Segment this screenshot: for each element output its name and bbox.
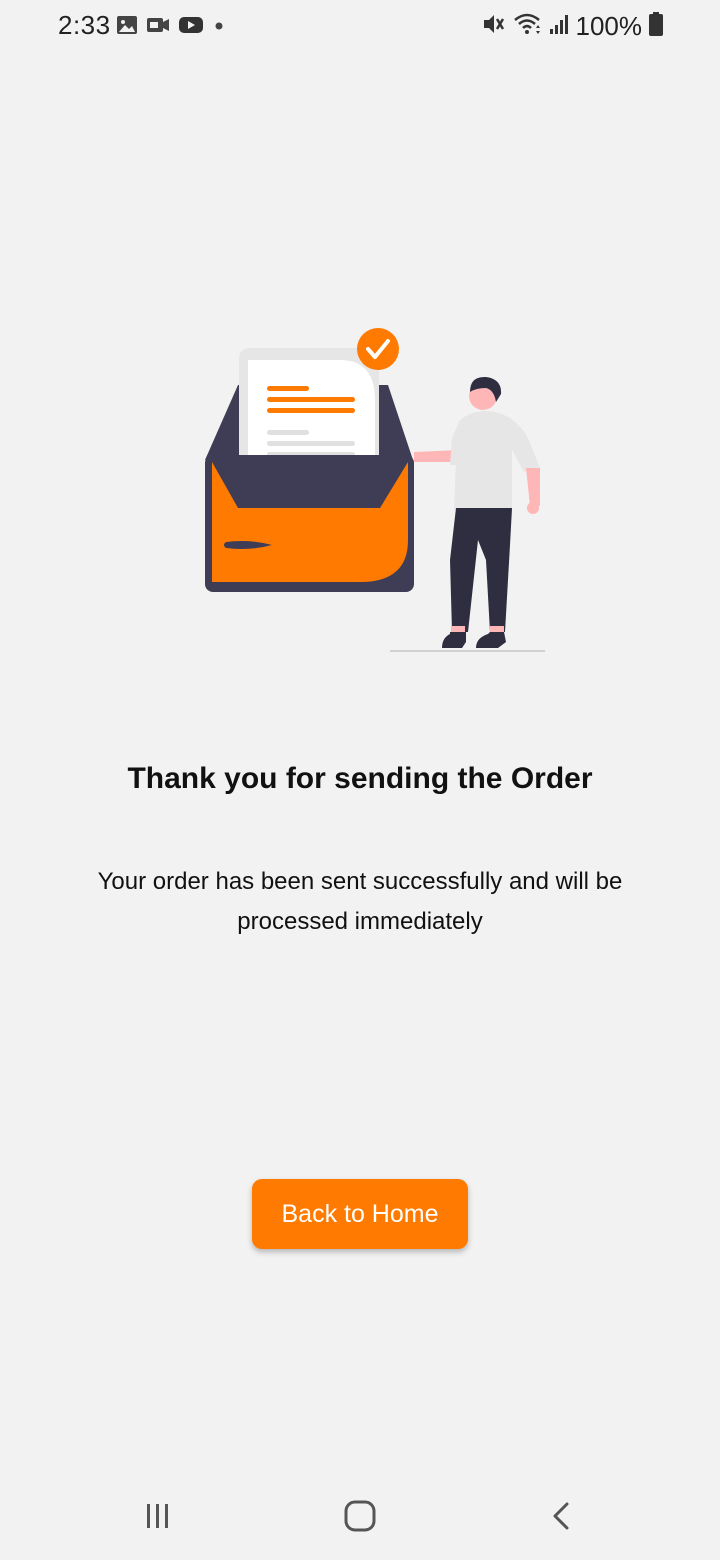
back-icon	[547, 1501, 577, 1536]
battery-icon	[648, 11, 664, 42]
status-right: 100%	[480, 10, 665, 42]
mute-icon	[480, 11, 506, 42]
status-bar: 2:33 100%	[0, 0, 720, 56]
signal-icon	[548, 11, 570, 42]
battery-percent: 100%	[575, 10, 643, 41]
page-title: Thank you for sending the Order	[127, 762, 593, 795]
image-icon	[116, 14, 138, 41]
home-nav-button[interactable]	[330, 1496, 390, 1540]
status-left-icons	[116, 14, 226, 40]
recent-apps-icon	[143, 1501, 173, 1536]
success-message: Your order has been sent successfully an…	[97, 868, 623, 935]
wifi-icon	[512, 11, 542, 42]
youtube-icon	[178, 14, 204, 41]
back-to-home-button[interactable]: Back to Home	[252, 1179, 468, 1249]
order-sent-illustration	[170, 320, 560, 660]
home-icon	[343, 1499, 377, 1538]
recent-apps-button[interactable]	[128, 1496, 188, 1540]
system-nav-bar	[0, 1480, 720, 1560]
back-nav-button[interactable]	[532, 1496, 592, 1540]
camera-icon	[146, 14, 170, 41]
dot-icon	[212, 14, 226, 41]
status-time: 2:33	[58, 10, 111, 40]
